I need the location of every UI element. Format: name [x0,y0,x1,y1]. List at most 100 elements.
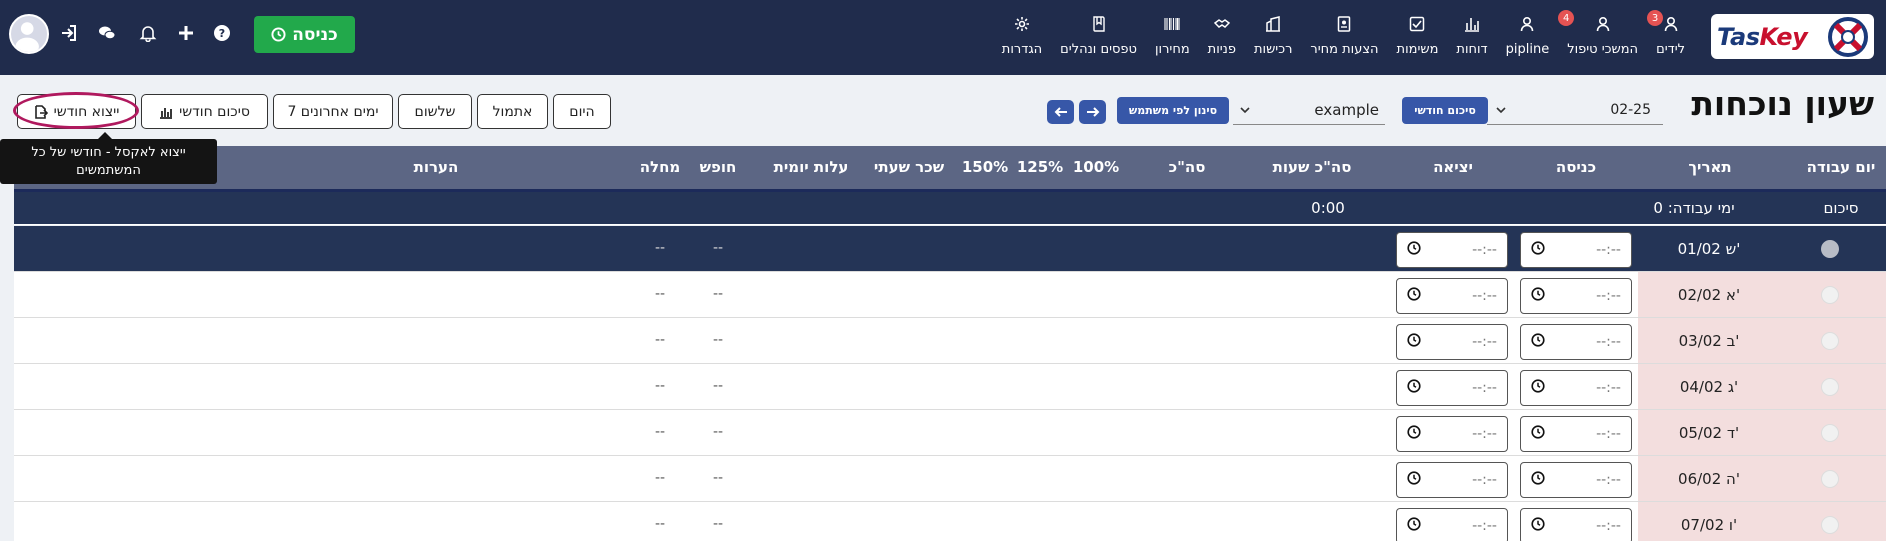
entry-time-input[interactable]: --:-- [1520,462,1632,498]
nav-item-label: דוחות [1456,42,1488,57]
clock-icon [1531,241,1545,259]
nav-item-label: הצעות מחיר [1310,42,1379,57]
clock-icon [1531,287,1545,305]
vacation-value: -- [712,332,724,348]
nav-item-9[interactable]: טפסים ונהלים [1051,12,1146,57]
handshake-icon [1213,16,1230,42]
weekend-highlight [1638,456,1886,501]
exit-time-input[interactable]: --:-- [1396,232,1508,268]
col-daily-cost: עלות יומית [773,158,849,176]
entry-time-input[interactable]: --:-- [1520,232,1632,268]
workday-radio[interactable] [1821,424,1839,442]
monthly-summary-range-label: סיכום חודשי [179,103,250,120]
exit-time-input[interactable]: --:-- [1396,370,1508,406]
sign-in-icon[interactable] [59,23,79,43]
entry-time-input[interactable]: --:-- [1520,370,1632,406]
taskey-logo[interactable]: TasKey [1711,14,1874,59]
nav-item-6[interactable]: רכישות [1245,12,1301,57]
chat-icon[interactable] [97,23,117,43]
entry-time-value: --:-- [1596,334,1621,350]
svg-text:?: ? [219,27,225,40]
chevron-down-icon [1496,106,1506,113]
summary-total-hours: 0:00 [1311,199,1345,217]
checkin-button[interactable]: כניסה [254,16,355,53]
col-125: 125% [1016,158,1064,176]
help-icon[interactable]: ? [212,23,232,43]
exit-time-value: --:-- [1472,334,1497,350]
exit-time-input[interactable]: --:-- [1396,278,1508,314]
sick-value: -- [654,470,666,486]
row-date: 02/02 א' [1677,286,1741,304]
clock-icon [1531,471,1545,489]
monthly-summary-button[interactable]: סיכום חודשי [1402,97,1488,124]
nav-item-5[interactable]: הצעות מחיר [1301,12,1387,57]
nav-item-2[interactable]: pipline [1497,12,1559,57]
workday-radio[interactable] [1821,516,1839,534]
checkin-label: כניסה [292,24,338,45]
filter-by-user-button[interactable]: סינון לפי משתמש [1117,97,1229,124]
next-arrow-button[interactable] [1079,100,1106,124]
workday-radio[interactable] [1821,378,1839,396]
today-button[interactable]: היום [553,94,611,129]
table-row: 04/02 ג' --:-- --:-- -- -- [14,364,1886,410]
nav-item-7[interactable]: פניות [1199,12,1245,57]
clock-icon [1531,517,1545,535]
nav-item-10[interactable]: הגדרות [993,12,1051,57]
plus-icon[interactable] [176,23,196,43]
workday-radio[interactable] [1821,240,1839,258]
vacation-value: -- [712,424,724,440]
nav-item-label: הגדרות [1001,42,1043,57]
notification-badge: 3 [1647,10,1664,26]
entry-time-value: --:-- [1596,426,1621,442]
nav-item-label: טפסים ונהלים [1060,42,1137,57]
nav-item-label: המשכי טיפול [1567,42,1639,57]
workday-radio[interactable] [1821,332,1839,350]
monthly-summary-range-button[interactable]: סיכום חודשי [141,94,268,129]
exit-time-value: --:-- [1472,518,1497,534]
summary-row: סיכום ימי עבודה: 0 0:00 [14,192,1886,225]
yesterday-button[interactable]: אתמול [477,94,548,129]
summary-workdays: ימי עבודה: 0 [1653,199,1735,217]
entry-time-input[interactable]: --:-- [1520,278,1632,314]
month-picker[interactable]: 02-25 [1487,95,1663,125]
avatar[interactable] [9,14,49,54]
workday-radio[interactable] [1821,470,1839,488]
clock-icon [1407,287,1421,305]
bell-icon[interactable] [138,23,158,43]
sick-value: -- [654,516,666,532]
clock-icon [271,27,286,42]
three-days-ago-button[interactable]: שלשום [398,94,472,129]
monthly-export-button[interactable]: ייצוא חודשי [17,94,136,129]
exit-time-input[interactable]: --:-- [1396,416,1508,452]
entry-time-input[interactable]: --:-- [1520,416,1632,452]
nav-item-4[interactable]: משימות [1388,12,1448,57]
weekend-highlight [1638,364,1886,409]
building-icon [1265,16,1281,42]
clock-icon [1407,425,1421,443]
workday-radio[interactable] [1821,286,1839,304]
entry-time-input[interactable]: --:-- [1520,324,1632,360]
nav-item-label: מחירון [1155,42,1190,57]
weekend-highlight [1638,502,1886,541]
last-7-days-button[interactable]: 7 ימים אחרונים [273,94,393,129]
nav-item-label: לידים [1656,42,1685,57]
clock-icon [1531,333,1545,351]
col-hourly-wage: שכר שעתי [873,158,945,176]
exit-time-value: --:-- [1472,242,1497,258]
exit-time-value: --:-- [1472,288,1497,304]
prev-arrow-button[interactable] [1047,100,1074,124]
clock-icon [1531,425,1545,443]
nav-item-0[interactable]: לידים 3 [1647,10,1694,57]
nav-item-3[interactable]: דוחות [1447,12,1496,57]
exit-time-input[interactable]: --:-- [1396,462,1508,498]
nav-item-1[interactable]: המשכי טיפול 4 [1558,10,1647,57]
table-header: יום עבודה תאריך כניסה יציאה סה"כ שעות סה… [14,146,1886,192]
exit-time-input[interactable]: --:-- [1396,508,1508,541]
user-value: example [1314,100,1379,119]
entry-time-input[interactable]: --:-- [1520,508,1632,541]
table-row: 01/02 ש' --:-- --:-- -- -- [14,226,1886,272]
exit-time-input[interactable]: --:-- [1396,324,1508,360]
user-select[interactable]: example [1233,95,1385,125]
col-notes: הערות [413,158,459,176]
nav-item-8[interactable]: מחירון [1146,12,1199,57]
